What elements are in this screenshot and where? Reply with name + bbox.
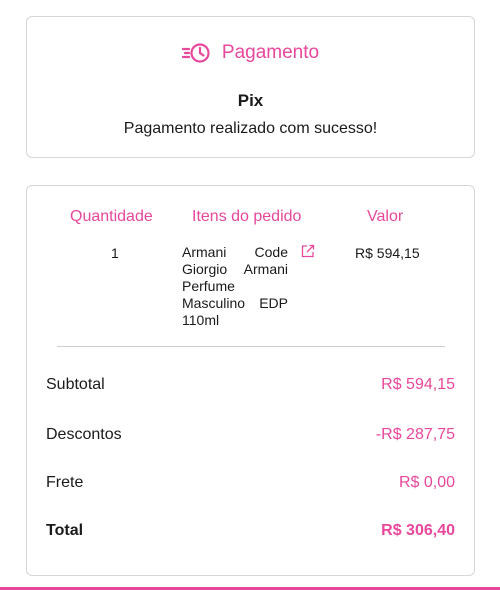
payment-status: Pagamento realizado com sucesso! <box>123 120 378 137</box>
shipping-row: Frete R$ 0,00 <box>46 474 455 492</box>
subtotal-row: Subtotal R$ 594,15 <box>46 376 455 394</box>
discount-value: -R$ 287,75 <box>375 426 455 443</box>
total-row: Total R$ 306,40 <box>46 522 455 540</box>
total-value: R$ 306,40 <box>381 522 455 539</box>
divider <box>57 346 445 347</box>
column-header-items: Itens do pedido <box>192 208 302 225</box>
item-quantity: 1 <box>111 245 119 261</box>
subtotal-label: Subtotal <box>46 376 105 393</box>
item-name: Armani Code Giorgio Armani Perfume Mascu… <box>182 244 288 328</box>
fast-clock-icon <box>181 41 212 65</box>
external-link-icon[interactable] <box>301 244 315 258</box>
column-header-value: Valor <box>367 208 404 225</box>
subtotal-value: R$ 594,15 <box>381 376 455 393</box>
item-value: R$ 594,15 <box>355 245 420 261</box>
column-header-quantity: Quantidade <box>70 208 153 225</box>
payment-title: Pagamento <box>221 42 320 63</box>
order-card: Quantidade Itens do pedido Valor 1 Arman… <box>26 185 475 576</box>
shipping-value: R$ 0,00 <box>398 474 455 491</box>
discount-label: Descontos <box>46 426 122 443</box>
shipping-label: Frete <box>46 474 84 491</box>
discount-row: Descontos -R$ 287,75 <box>46 426 455 444</box>
total-label: Total <box>46 522 84 539</box>
payment-header: Pagamento <box>27 41 474 65</box>
payment-card: Pagamento Pix Pagamento realizado com su… <box>26 16 475 158</box>
payment-method: Pix <box>237 91 264 110</box>
